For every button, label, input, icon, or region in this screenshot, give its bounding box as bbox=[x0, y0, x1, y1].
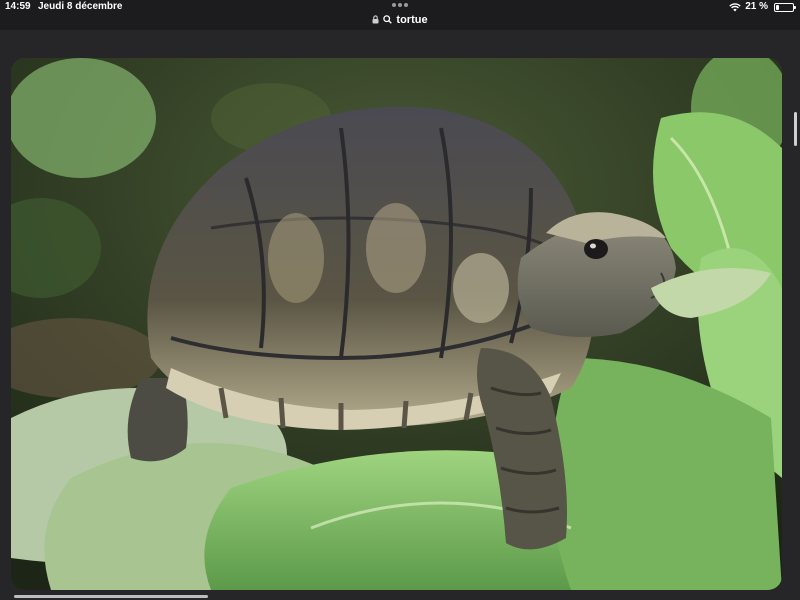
home-indicator[interactable] bbox=[14, 595, 208, 598]
battery-icon bbox=[774, 2, 796, 12]
lock-icon bbox=[372, 14, 379, 26]
multitasking-dots[interactable] bbox=[392, 3, 408, 7]
search-icon bbox=[383, 14, 393, 26]
turtle-photo-illustration bbox=[11, 58, 782, 590]
battery-fill bbox=[776, 4, 779, 10]
wifi-icon bbox=[729, 2, 741, 11]
search-query[interactable]: tortue bbox=[396, 14, 427, 26]
address-bar[interactable]: tortue bbox=[0, 12, 800, 28]
scroll-indicator[interactable] bbox=[794, 112, 797, 146]
turtle-photo[interactable] bbox=[11, 58, 782, 590]
